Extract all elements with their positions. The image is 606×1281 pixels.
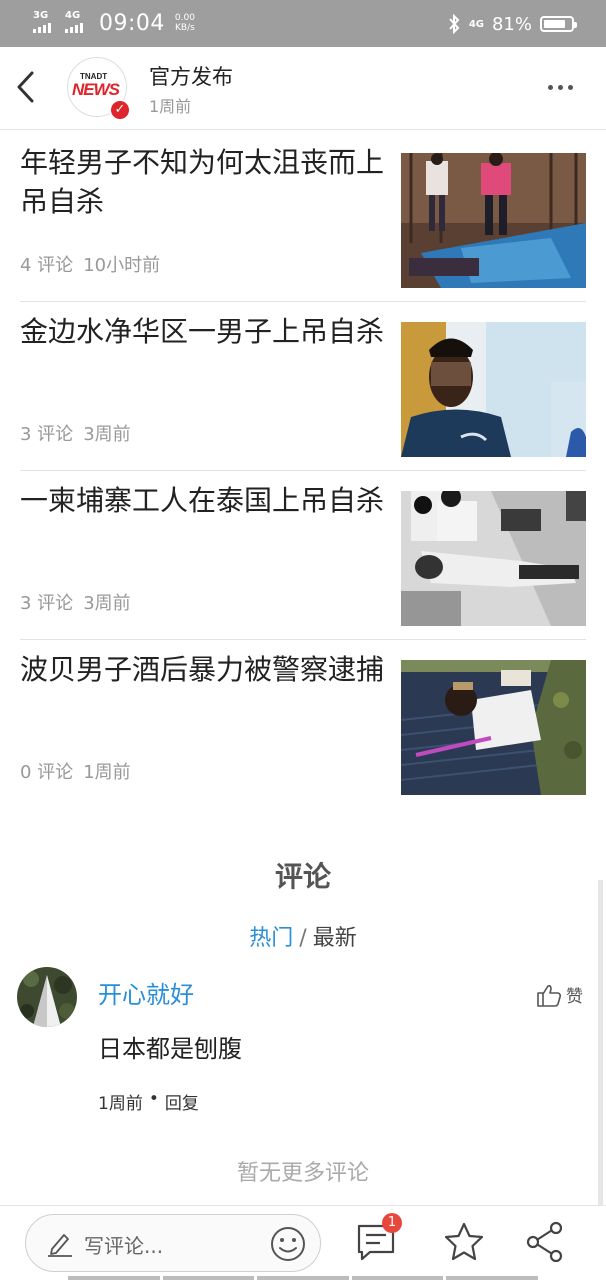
clock: 09:04 xyxy=(99,10,165,36)
verified-badge-icon: ✓ xyxy=(109,99,131,121)
article-item[interactable]: 波贝男子酒后暴力被警察逮捕 0 评论 1周前 xyxy=(20,640,586,809)
pencil-icon xyxy=(48,1234,72,1257)
publisher-name[interactable]: 官方发布 xyxy=(149,61,233,91)
like-button[interactable]: 赞 xyxy=(536,982,583,1007)
tab-hot[interactable]: 热门 xyxy=(249,926,293,951)
emoji-icon[interactable] xyxy=(269,1225,307,1263)
app-header: TNADT NEWS ✓ 官方发布 1周前 xyxy=(0,47,606,130)
article-comment-count: 4 评论 xyxy=(20,255,74,276)
comment-count-badge: 1 xyxy=(382,1213,402,1233)
like-label: 赞 xyxy=(566,987,583,1007)
network-speed-value: 0.00 xyxy=(174,13,195,23)
logo-text: NEWS xyxy=(72,80,120,99)
article-meta: 3 评论 3周前 xyxy=(20,420,131,446)
network-type-label: 3G xyxy=(33,10,49,21)
meta-dot: • xyxy=(148,1089,159,1109)
publish-time: 1周前 xyxy=(149,97,192,116)
article-meta: 0 评论 1周前 xyxy=(20,758,131,784)
article-time: 1周前 xyxy=(83,762,131,783)
article-title: 一柬埔寨工人在泰国上吊自杀 xyxy=(20,484,385,517)
tab-separator: / xyxy=(299,926,307,951)
signal-4g-icon: 4G xyxy=(65,11,91,35)
bluetooth-icon xyxy=(449,14,460,34)
comment-sort-tabs: 热门 / 最新 xyxy=(0,920,606,952)
no-more-comments: 暂无更多评论 xyxy=(236,1161,369,1186)
article-thumbnail xyxy=(401,322,586,457)
home-indicator xyxy=(68,1276,538,1280)
article-meta: 3 评论 3周前 xyxy=(20,589,131,615)
article-item[interactable]: 金边水净华区一男子上吊自杀 3 评论 3周前 xyxy=(20,302,586,471)
reply-button[interactable]: 回复 xyxy=(165,1089,199,1114)
scrollbar[interactable] xyxy=(598,880,603,1205)
article-comment-count: 3 评论 xyxy=(20,593,74,614)
article-thumbnail xyxy=(401,491,586,626)
network-4g-label: 4G xyxy=(468,18,484,30)
article-comment-count: 3 评论 xyxy=(20,424,74,445)
comment-time: 1周前 xyxy=(98,1094,143,1114)
network-speed-unit: KB/s xyxy=(175,23,195,33)
article-time: 3周前 xyxy=(83,593,131,614)
more-options-icon[interactable] xyxy=(548,81,580,93)
article-item[interactable]: 一柬埔寨工人在泰国上吊自杀 3 评论 3周前 xyxy=(20,471,586,640)
article-thumbnail xyxy=(401,660,586,795)
article-title: 金边水净华区一男子上吊自杀 xyxy=(20,315,385,348)
status-bar: 3G 4G 09:04 0.00 KB/s 4G 81% xyxy=(0,0,606,47)
back-icon[interactable] xyxy=(12,67,42,107)
article-title: 波贝男子酒后暴力被警察逮捕 xyxy=(20,653,385,686)
network-speed: 0.00 KB/s xyxy=(175,13,195,33)
tab-latest[interactable]: 最新 xyxy=(313,926,357,951)
battery-percent: 81% xyxy=(491,13,532,35)
comment-text: 日本都是刨腹 xyxy=(98,1035,242,1063)
comments-heading: 评论 xyxy=(274,860,331,893)
article-item[interactable]: 年轻男子不知为何太沮丧而上吊自杀 4 评论 10小时前 xyxy=(20,133,586,302)
share-icon[interactable] xyxy=(524,1220,568,1264)
article-title: 年轻男子不知为何太沮丧而上吊自杀 xyxy=(20,146,385,218)
comment-meta: 1周前 • 回复 xyxy=(98,1089,199,1114)
commenter-avatar[interactable] xyxy=(17,967,77,1027)
article-meta: 4 评论 10小时前 xyxy=(20,251,160,277)
comment-input-placeholder: 写评论... xyxy=(84,1234,164,1258)
article-time: 3周前 xyxy=(83,424,131,445)
battery-icon xyxy=(540,16,577,32)
signal-3g-icon: 3G xyxy=(33,11,59,35)
article-comment-count: 0 评论 xyxy=(20,762,74,783)
thumbs-up-icon xyxy=(537,984,562,1007)
commenter-name[interactable]: 开心就好 xyxy=(98,975,194,1010)
comment-input[interactable]: 写评论... xyxy=(25,1214,321,1272)
article-time: 10小时前 xyxy=(83,255,161,276)
star-icon[interactable] xyxy=(442,1220,486,1264)
network-type-label: 4G xyxy=(65,10,81,21)
bottom-action-bar: 写评论... xyxy=(0,1205,606,1281)
article-thumbnail xyxy=(401,153,586,288)
